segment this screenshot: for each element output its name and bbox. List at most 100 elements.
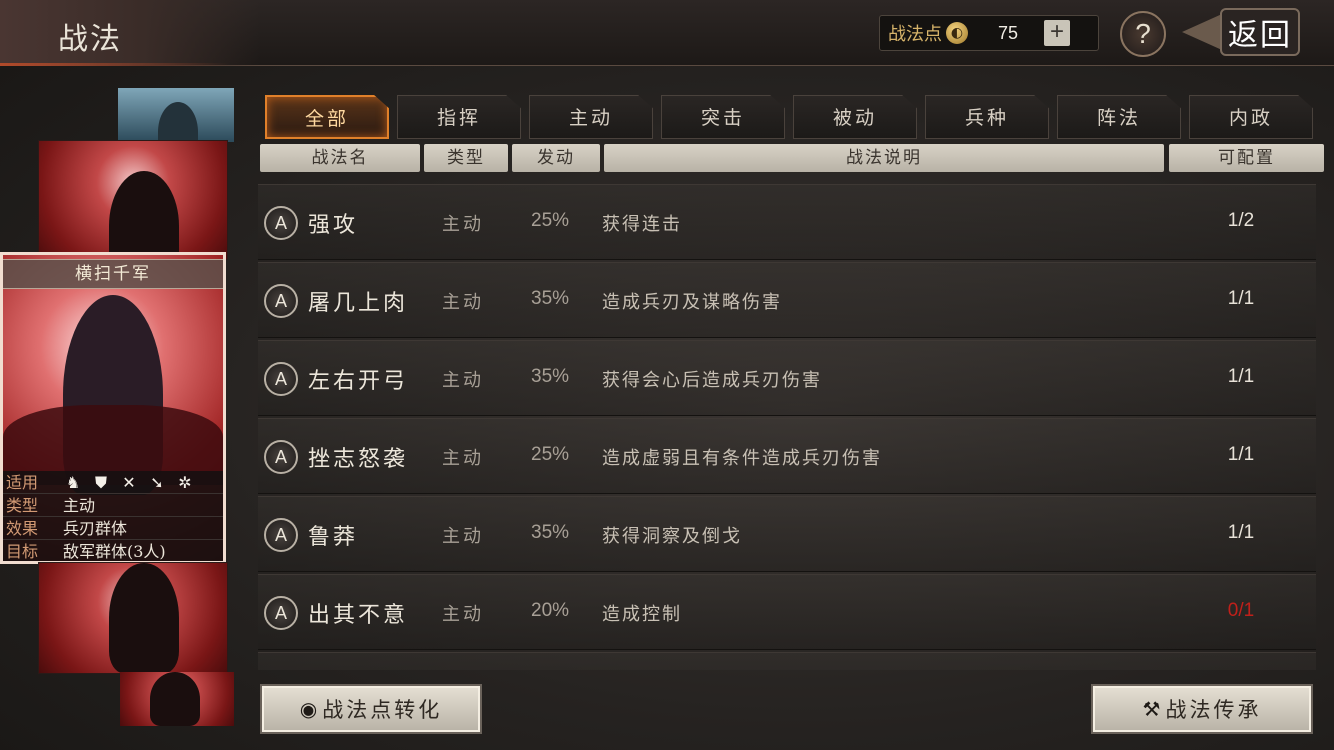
- warrior-silhouette: [109, 171, 179, 259]
- tactic-row[interactable]: A 挫志怒袭 主动 25% 造成虚弱且有条件造成兵刃伤害 1/1: [258, 418, 1316, 494]
- tactic-rate: 25%: [531, 210, 570, 231]
- tactic-desc: 获得连击: [602, 214, 682, 235]
- grade-a-icon: A: [264, 596, 298, 630]
- card-preview-top[interactable]: [118, 88, 234, 142]
- card-info-row: 效果 兵刃群体: [3, 517, 223, 540]
- column-header-trigger[interactable]: 发动: [512, 144, 600, 172]
- card-preview-bottom[interactable]: [120, 672, 234, 726]
- tab-active[interactable]: 主动: [529, 95, 653, 139]
- crossbow-icon: ✕: [122, 472, 136, 492]
- card-info-value: 主动: [63, 496, 96, 515]
- tactic-desc: 造成虚弱且有条件造成兵刃伤害: [602, 448, 882, 469]
- grade-a-icon: A: [264, 206, 298, 240]
- tactic-desc: 获得会心后造成兵刃伤害: [602, 370, 822, 391]
- tab-formation[interactable]: 阵法: [1057, 95, 1181, 139]
- tactic-name: 挫志怒袭: [308, 447, 409, 472]
- tactic-type: 主动: [442, 526, 484, 547]
- shield-icon: ⛊: [94, 472, 107, 492]
- back-button[interactable]: 返回: [1182, 8, 1328, 56]
- card-info-key: 效果: [6, 519, 39, 538]
- grade-a-icon: A: [264, 440, 298, 474]
- grade-a-icon: A: [264, 284, 298, 318]
- tab-assault[interactable]: 突击: [661, 95, 785, 139]
- column-header-type[interactable]: 类型: [424, 144, 508, 172]
- help-button[interactable]: ?: [1120, 11, 1166, 57]
- tactic-type: 主动: [442, 292, 484, 313]
- card-name: 横扫千军: [3, 259, 223, 289]
- tactic-type: 主动: [442, 604, 484, 625]
- card-info: 适用 ♞ ⛊ ✕ ➘ ✲ 类型 主动 效果 兵刃群体 目标 敌军群体(3人): [3, 471, 223, 561]
- title-plate: [0, 0, 260, 66]
- tab-passive[interactable]: 被动: [793, 95, 917, 139]
- add-points-button[interactable]: +: [1044, 20, 1070, 46]
- tactic-row-partial[interactable]: [258, 652, 1316, 670]
- tactic-row[interactable]: A 屠几上肉 主动 35% 造成兵刃及谋略伤害 1/1: [258, 262, 1316, 338]
- category-tabs: 全部 指挥 主动 突击 被动 兵种 阵法 内政: [265, 95, 1325, 139]
- tactic-points-box: 战法点 ◐ 75 +: [879, 15, 1099, 51]
- tactic-row[interactable]: A 鲁莽 主动 35% 获得洞察及倒戈 1/1: [258, 496, 1316, 572]
- tactic-type: 主动: [442, 214, 484, 235]
- tactic-list[interactable]: A 强攻 主动 25% 获得连击 1/2 A 屠几上肉 主动 35% 造成兵刃及…: [258, 184, 1316, 670]
- selected-tactic-card[interactable]: 横扫千军 适用 ♞ ⛊ ✕ ➘ ✲ 类型 主动 效果 兵刃群体 目标 敌军群体(…: [0, 252, 226, 564]
- tactic-count: 1/1: [1227, 366, 1255, 387]
- tactic-name: 出其不意: [308, 603, 409, 628]
- card-info-row: 类型 主动: [3, 494, 223, 517]
- tactic-name: 鲁莽: [308, 525, 359, 550]
- card-info-value: 敌军群体(3人): [63, 542, 166, 561]
- tactic-count: 1/1: [1227, 444, 1255, 465]
- inherit-tactic-button[interactable]: ⚒ 战法传承: [1091, 684, 1313, 734]
- tab-troop[interactable]: 兵种: [925, 95, 1049, 139]
- back-arrow-icon: [1182, 14, 1222, 50]
- tab-command[interactable]: 指挥: [397, 95, 521, 139]
- column-header-name[interactable]: 战法名: [260, 144, 420, 172]
- tactic-row[interactable]: A 出其不意 主动 20% 造成控制 0/1: [258, 574, 1316, 650]
- tactic-rate: 25%: [531, 444, 570, 465]
- tactic-rate: 35%: [531, 366, 570, 387]
- tactic-rate: 20%: [531, 600, 570, 621]
- tactic-rate: 35%: [531, 288, 570, 309]
- tactic-desc: 获得洞察及倒戈: [602, 526, 742, 547]
- card-info-value: 兵刃群体: [63, 519, 128, 538]
- cavalry-icon: ♞: [65, 472, 81, 492]
- convert-points-button[interactable]: ◉ 战法点转化: [260, 684, 482, 734]
- tactic-count: 1/1: [1227, 522, 1255, 543]
- top-bar: 战法 战法点 ◐ 75 + ? 返回: [0, 0, 1334, 66]
- column-header-desc[interactable]: 战法说明: [604, 144, 1164, 172]
- back-label: 返回: [1220, 8, 1300, 56]
- grade-a-icon: A: [264, 518, 298, 552]
- unit-icons: ♞ ⛊ ✕ ➘ ✲: [55, 471, 195, 493]
- tactic-type: 主动: [442, 370, 484, 391]
- tab-internal[interactable]: 内政: [1189, 95, 1313, 139]
- tactic-desc: 造成兵刃及谋略伤害: [602, 292, 782, 313]
- tactic-name: 左右开弓: [308, 369, 409, 394]
- warrior-silhouette: [109, 563, 179, 673]
- column-header-config[interactable]: 可配置: [1169, 144, 1324, 172]
- tactic-count: 0/1: [1227, 600, 1255, 621]
- wheel-icon: ✲: [178, 472, 192, 492]
- card-info-key: 类型: [6, 496, 39, 515]
- tactic-points-icon: ◐: [946, 22, 968, 44]
- tactic-name: 强攻: [308, 213, 359, 238]
- card-info-key: 目标: [6, 542, 39, 561]
- tactic-desc: 造成控制: [602, 604, 682, 625]
- tab-all[interactable]: 全部: [265, 95, 389, 139]
- card-info-row: 目标 敌军群体(3人): [3, 540, 223, 561]
- grade-a-icon: A: [264, 362, 298, 396]
- card-preview-next[interactable]: [38, 562, 228, 674]
- inherit-tactic-label: 战法传承: [1165, 698, 1262, 722]
- hammer-icon: ⚒: [1142, 697, 1164, 721]
- column-headers: 战法名 类型 发动 战法说明 可配置: [260, 144, 1324, 172]
- page-title: 战法: [58, 22, 122, 57]
- spear-icon: ➘: [150, 472, 164, 492]
- tactic-count: 1/1: [1227, 288, 1255, 309]
- card-info-key: 适用: [6, 473, 39, 492]
- tactic-rate: 35%: [531, 522, 570, 543]
- tactic-row[interactable]: A 左右开弓 主动 35% 获得会心后造成兵刃伤害 1/1: [258, 340, 1316, 416]
- tactic-points-label: 战法点: [888, 24, 942, 45]
- tactic-row[interactable]: A 强攻 主动 25% 获得连击 1/2: [258, 184, 1316, 260]
- card-preview-prev[interactable]: [38, 140, 228, 260]
- tactic-count: 1/2: [1227, 210, 1255, 231]
- flame-icon: ◉: [299, 697, 321, 721]
- tactic-type: 主动: [442, 448, 484, 469]
- tactic-points-value: 75: [998, 22, 1019, 43]
